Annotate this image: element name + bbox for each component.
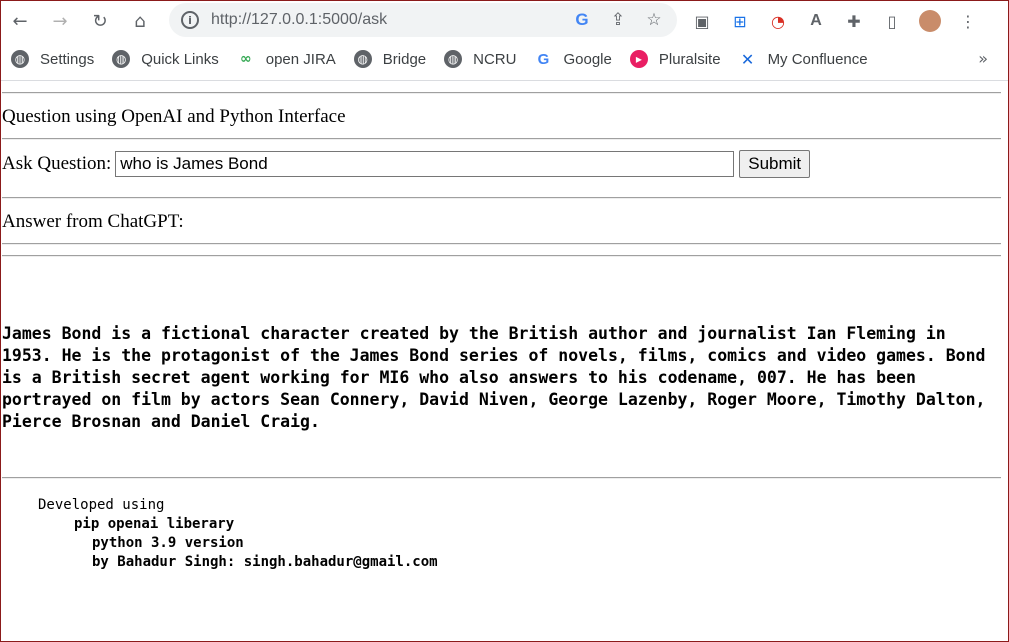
footer: Developed using pip openai liberary pyth…	[2, 496, 1002, 572]
divider	[2, 477, 1001, 479]
bookmark-label: My Confluence	[767, 50, 868, 68]
submit-button[interactable]: Submit	[739, 150, 811, 178]
divider	[2, 197, 1001, 199]
page-title: Question using OpenAI and Python Interfa…	[2, 106, 346, 127]
google-icon: G	[534, 50, 553, 68]
side-panel-icon[interactable]: ▯	[881, 10, 903, 32]
bookmark-star-icon[interactable]: ☆	[643, 10, 665, 30]
footer-line: Developed using	[38, 497, 165, 513]
globe-icon: ◍	[353, 50, 372, 68]
bookmark-label: Bridge	[382, 50, 427, 68]
extensions-area: ▣ ⊞ ◔ A ✚ ▯ ⋮	[691, 5, 979, 37]
divider	[2, 138, 1001, 140]
bookmark-open-jira[interactable]: ∞ open JIRA	[236, 50, 336, 68]
answer-label: Answer from ChatGPT:	[2, 211, 184, 232]
url-text[interactable]: http://127.0.0.1:5000/ask	[211, 11, 571, 29]
bookmark-label: NCRU	[473, 50, 517, 68]
divider	[2, 92, 1001, 94]
browser-toolbar: ← → ↻ ⌂ i http://127.0.0.1:5000/ask G ⇪ …	[1, 1, 1008, 41]
menu-kebab-icon[interactable]: ⋮	[957, 10, 979, 32]
bookmark-label: Settings	[40, 50, 95, 68]
red-circle-extension-icon[interactable]: ◔	[767, 10, 789, 32]
address-bar[interactable]: i http://127.0.0.1:5000/ask G ⇪ ☆	[169, 3, 677, 37]
bookmark-label: open JIRA	[265, 50, 336, 68]
toolbar-divider	[1, 80, 1008, 81]
font-extension-icon[interactable]: A	[805, 10, 827, 32]
ask-form: Ask Question: Submit	[2, 150, 1002, 178]
google-lens-icon[interactable]: G	[571, 10, 593, 30]
globe-icon: ◍	[444, 50, 463, 68]
footer-line: by Bahadur Singh: singh.bahadur@gmail.co…	[92, 554, 438, 570]
bookmark-bridge[interactable]: ◍ Bridge	[353, 50, 427, 68]
reload-icon[interactable]: ↻	[84, 5, 116, 37]
bookmark-label: Quick Links	[141, 50, 219, 68]
page-content: Question using OpenAI and Python Interfa…	[2, 82, 1002, 572]
bookmark-quick-links[interactable]: ◍ Quick Links	[112, 50, 219, 68]
divider	[2, 255, 1001, 257]
answer-text: James Bond is a fictional character crea…	[2, 324, 986, 431]
bookmarks-bar: ◍ Settings ◍ Quick Links ∞ open JIRA ◍ B…	[1, 42, 1008, 76]
bookmark-my-confluence[interactable]: ✕ My Confluence	[738, 50, 868, 69]
windows-extension-icon[interactable]: ⊞	[729, 10, 751, 32]
extensions-puzzle-icon[interactable]: ✚	[843, 10, 865, 32]
bookmark-google[interactable]: G Google	[534, 50, 612, 68]
divider	[2, 243, 1001, 245]
footer-line: pip openai liberary	[74, 516, 235, 532]
back-icon[interactable]: ←	[4, 5, 36, 37]
bookmark-settings[interactable]: ◍ Settings	[11, 50, 94, 68]
extension-puzzle-cube-icon[interactable]: ▣	[691, 10, 713, 32]
profile-avatar[interactable]	[919, 10, 941, 32]
globe-icon: ◍	[112, 50, 131, 68]
confluence-icon: ✕	[738, 50, 757, 69]
question-input[interactable]	[115, 151, 735, 177]
bookmark-label: Google	[563, 50, 612, 68]
footer-line: python 3.9 version	[92, 535, 244, 551]
bookmark-ncru[interactable]: ◍ NCRU	[444, 50, 516, 68]
forward-icon[interactable]: →	[44, 5, 76, 37]
ask-question-label: Ask Question:	[2, 153, 112, 174]
bookmark-label: Pluralsite	[658, 50, 721, 68]
more-bookmarks-icon[interactable]: »	[978, 49, 988, 68]
globe-icon: ◍	[11, 50, 29, 68]
bookmark-pluralsite[interactable]: ▸ Pluralsite	[629, 50, 721, 68]
share-icon[interactable]: ⇪	[607, 10, 629, 30]
site-info-icon[interactable]: i	[181, 11, 199, 29]
jira-icon: ∞	[236, 50, 255, 68]
home-icon[interactable]: ⌂	[124, 5, 156, 37]
pluralsight-icon: ▸	[629, 50, 648, 68]
